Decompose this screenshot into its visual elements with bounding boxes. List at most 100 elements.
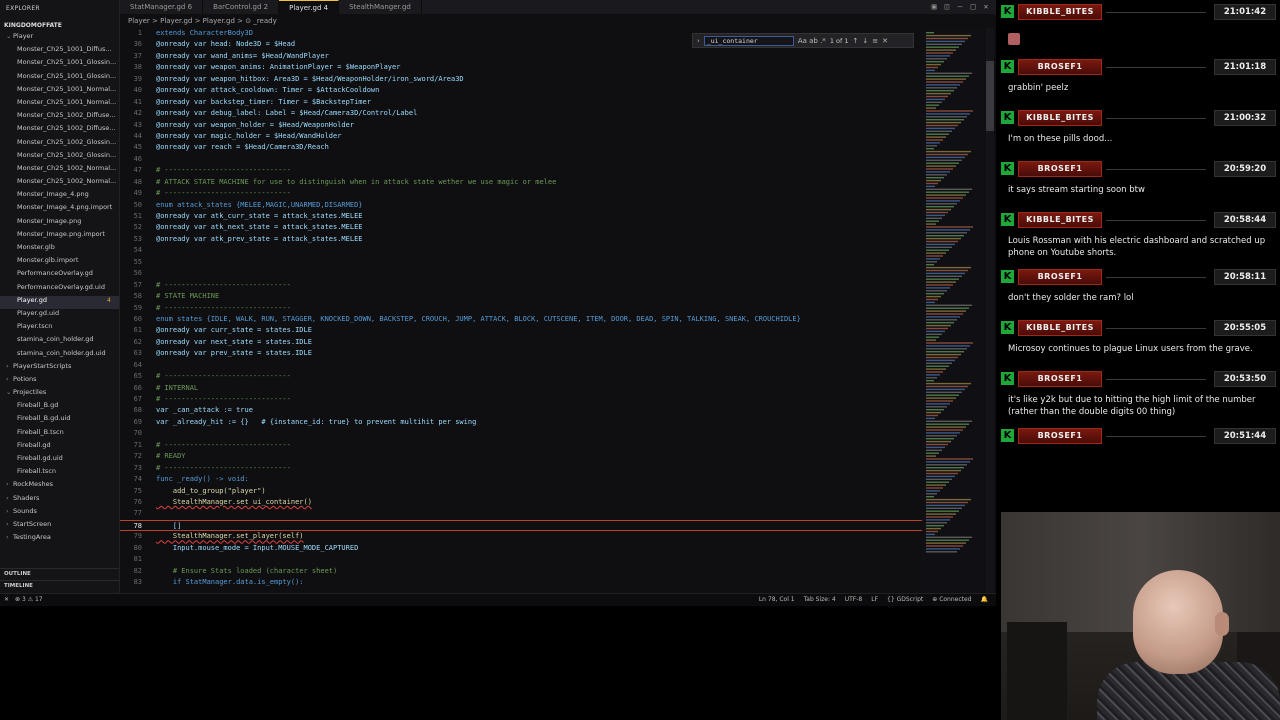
code-line[interactable]: 73 # ------------------------------ (120, 463, 922, 474)
find-options[interactable]: Aa ab .* (798, 37, 826, 45)
chat-username[interactable]: BROSEF1 (1018, 371, 1102, 387)
tree-file[interactable]: PerformanceOverlay.gd.uid (0, 283, 119, 296)
tree-file[interactable]: Fireball_B.gd.uid (0, 414, 119, 427)
tree-file[interactable]: Monster_Image.png (0, 217, 119, 230)
chat-username[interactable]: BROSEF1 (1018, 161, 1102, 177)
tree-file[interactable]: Player.gd 4 (0, 295, 119, 309)
status-item[interactable]: 🔔 (981, 594, 988, 606)
code-line[interactable]: 82 # Ensure Stats loaded (character shee… (120, 566, 922, 577)
scrollbar[interactable] (986, 28, 994, 593)
editor-tab[interactable]: StatManager.gd 6 (120, 0, 204, 14)
code-line[interactable]: 46 (120, 154, 922, 165)
tree-file[interactable]: Fireball.tscn (0, 467, 119, 480)
chat-username[interactable]: BROSEF1 (1018, 269, 1102, 285)
code-line[interactable]: 76 StealthManager.set ui_container() (120, 497, 922, 508)
split-icon[interactable]: ◫ (943, 3, 951, 11)
tree-file[interactable]: Monster_Ch25_1002_Normal... (0, 164, 119, 177)
code-line[interactable]: 71 # ------------------------------ (120, 440, 922, 451)
tree-folder[interactable]: › StartScreen (0, 520, 119, 533)
tree-file[interactable]: Monster_Ch25_1001_Diffus... (0, 45, 119, 58)
code-line[interactable]: 49 # ------------------------------ (120, 188, 922, 199)
tree-file[interactable]: Monster_Image.png.import (0, 230, 119, 243)
tree-folder[interactable]: › PlayerStartScripts (0, 362, 119, 375)
status-item[interactable]: LF (871, 594, 878, 606)
status-item[interactable]: ⊕ Connected (932, 594, 971, 606)
maximize-icon[interactable]: □ (969, 3, 977, 11)
breadcrumb[interactable]: Player > Player.gd > Player.gd > ⊙ _read… (120, 14, 920, 28)
tree-folder[interactable]: › Shaders (0, 494, 119, 507)
tree-file[interactable]: Fireball.gd (0, 441, 119, 454)
code-line[interactable]: 53 @onready var atk_prev_state = attack_s… (120, 234, 922, 245)
tree-file[interactable]: Monster.glb.import (0, 256, 119, 269)
code-line[interactable]: 58 # STATE MACHINE (120, 291, 922, 302)
minimap[interactable] (922, 28, 984, 593)
close-icon[interactable]: ✕ (982, 3, 990, 11)
tree-file[interactable]: Monster_Ch25_1002_Glossin... (0, 138, 119, 151)
outline-section[interactable]: OUTLINE (0, 568, 119, 580)
code-line[interactable]: 69 var _already_hit := {} # {instance_id:… (120, 417, 922, 428)
tree-file[interactable]: Monster_Ch25_1002_Diffuse... (0, 111, 119, 124)
minimize-icon[interactable]: – (956, 3, 964, 11)
tree-file[interactable]: Monster_Image_4.png.import (0, 203, 119, 216)
code-line[interactable]: 74 func _ready() -> void: (120, 474, 922, 485)
code-line[interactable]: 60 enum states {IDLE, WALK, RUN, STAGGER,… (120, 314, 922, 325)
code-line[interactable]: 51 @onready var atk_curr_state = attack_s… (120, 211, 922, 222)
code-line[interactable]: 63 @onready var prev_state = states.IDLE (120, 348, 922, 359)
chat-username[interactable]: BROSEF1 (1018, 428, 1102, 444)
find-input[interactable] (703, 35, 794, 46)
tree-folder[interactable]: ⌄ Player (0, 32, 119, 45)
tree-file[interactable]: Monster.glb (0, 243, 119, 256)
code-line[interactable]: 65 # ------------------------------ (120, 371, 922, 382)
tree-file[interactable]: Monster_Ch25_1001_Glossin... (0, 72, 119, 85)
chat-username[interactable]: KIBBLE_BITES (1018, 320, 1102, 336)
code-line[interactable]: 72 # READY (120, 451, 922, 462)
code-line[interactable]: 47 # ------------------------------ (120, 165, 922, 176)
tree-folder[interactable]: ⌄ Projectiles (0, 388, 119, 401)
tree-file[interactable]: Fireball.gd.uid (0, 454, 119, 467)
tree-folder[interactable]: › TestingArea (0, 533, 119, 546)
status-item[interactable]: Ln 78, Col 1 (759, 594, 795, 606)
chat-username[interactable]: KIBBLE_BITES (1018, 212, 1102, 228)
close-find-icon[interactable]: ✕ (882, 37, 888, 45)
tree-file[interactable]: Fireball_B.gd (0, 401, 119, 414)
layout-icon[interactable]: ▣ (930, 3, 938, 11)
tree-file[interactable]: Fireball_B.tscn (0, 428, 119, 441)
tree-file[interactable]: Monster_Image_4.png (0, 190, 119, 203)
tree-file[interactable]: Player.tscn (0, 322, 119, 335)
scroll-thumb[interactable] (986, 61, 994, 131)
project-root[interactable]: KINGDOMOFFATE (0, 20, 119, 32)
timeline-section[interactable]: TIMELINE (0, 580, 119, 592)
code-area[interactable]: 1 extends CharacterBody3D 36 @onready var h… (120, 28, 922, 593)
chevron-right-icon[interactable]: › (697, 37, 700, 45)
code-line[interactable]: 68 var _can_attack := true (120, 405, 922, 416)
code-line[interactable]: 52 @onready var atk_next_state = attack_s… (120, 222, 922, 233)
chat-username[interactable]: KIBBLE_BITES (1018, 4, 1102, 20)
tree-file[interactable]: Monster_Ch25_1001_Normal... (0, 85, 119, 98)
tree-file[interactable]: Monster_Ch25_1002_Diffuse... (0, 124, 119, 137)
tree-file[interactable]: stamina_coin_holder.gd.uid (0, 349, 119, 362)
status-item[interactable]: ✕ (4, 594, 9, 606)
arrow-down-icon[interactable]: ↓ (862, 37, 868, 45)
editor-tab[interactable]: BarControl.gd 2 (203, 0, 280, 14)
code-line[interactable]: 45 @onready var reach = $Head/Camera3D/Re… (120, 142, 922, 153)
code-line[interactable]: 50 enum attack_states {MELEE,MAGIC,UNARME… (120, 200, 922, 211)
tree-folder[interactable]: › Potions (0, 375, 119, 388)
arrow-up-icon[interactable]: ↑ (852, 37, 858, 45)
code-line[interactable]: 39 @onready var weapon_hitbox: Area3D = $… (120, 74, 922, 85)
code-line[interactable]: 67 # ------------------------------ (120, 394, 922, 405)
tree-folder[interactable]: › Sounds (0, 507, 119, 520)
tree-folder[interactable]: › RockMeshes (0, 480, 119, 493)
code-line[interactable]: 66 # INTERNAL (120, 383, 922, 394)
code-line[interactable]: 77 (120, 508, 922, 519)
status-item[interactable]: {} GDScript (887, 594, 923, 606)
code-line[interactable]: 40 @onready var attack_cooldown: Timer = … (120, 85, 922, 96)
tree-file[interactable]: PerformanceOverlay.gd (0, 269, 119, 282)
code-line[interactable]: 78 [] (120, 519, 922, 532)
chat-username[interactable]: BROSEF1 (1018, 59, 1102, 75)
code-line[interactable]: 44 @onready var magic_holder = $Head/Wand… (120, 131, 922, 142)
tree-file[interactable]: Monster_Ch25_1001_Normal... (0, 98, 119, 111)
status-item[interactable]: UTF-8 (845, 594, 863, 606)
code-line[interactable]: 37 @onready var wand_anims= $Head/WandPla… (120, 51, 922, 62)
code-line[interactable]: 54 (120, 245, 922, 256)
status-item[interactable]: ⊗ 3 ⚠ 17 (15, 594, 43, 606)
